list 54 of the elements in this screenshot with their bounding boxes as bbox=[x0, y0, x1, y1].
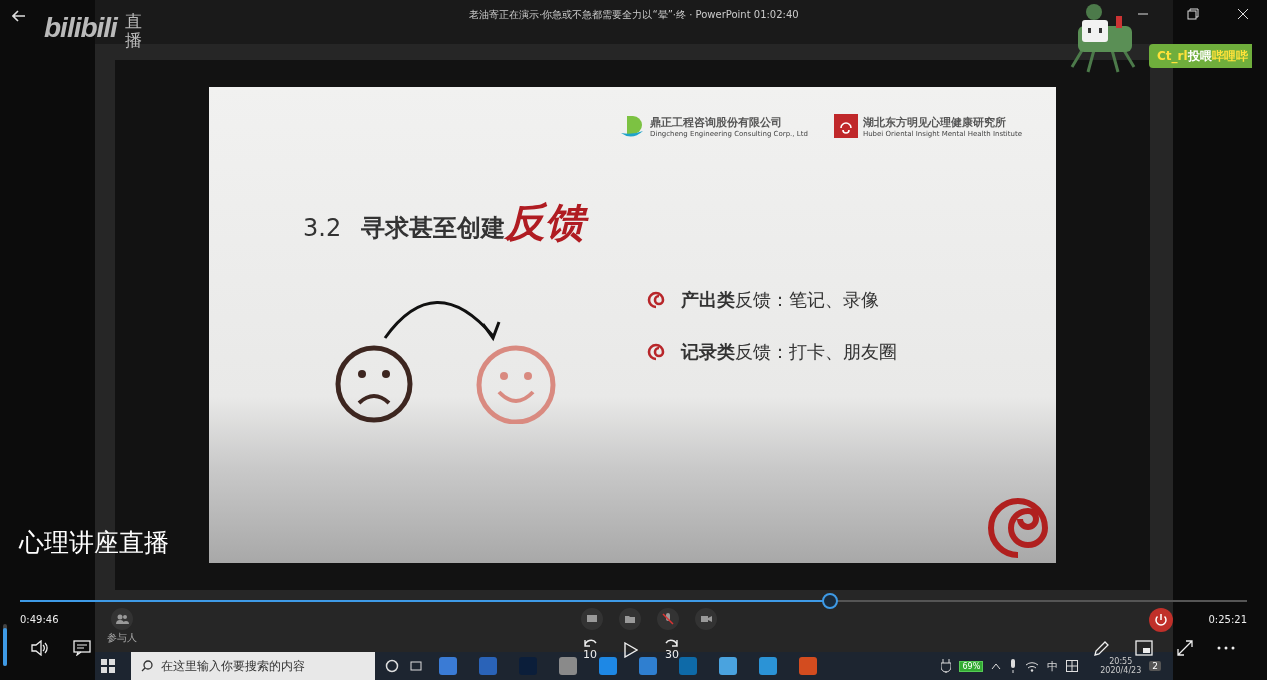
rewind-button[interactable]: 10 bbox=[582, 638, 598, 661]
section-number: 3.2 bbox=[303, 214, 342, 242]
bullet-text: 记录类反馈：打卡、朋友圈 bbox=[681, 340, 897, 364]
wifi-icon[interactable] bbox=[1025, 660, 1040, 672]
clock-time: 20:55 bbox=[1109, 657, 1133, 666]
bullet-text: 产出类反馈：笔记、录像 bbox=[681, 288, 879, 312]
subtitles-icon[interactable] bbox=[73, 640, 91, 656]
power-plug-icon[interactable] bbox=[941, 659, 952, 673]
fullscreen-icon[interactable] bbox=[1177, 640, 1193, 656]
cortana-icon[interactable] bbox=[385, 659, 399, 673]
bilibili-logo: bilibili bbox=[44, 12, 117, 44]
banner-text: 投喂 bbox=[1187, 47, 1212, 63]
window-title: 老油寄正在演示·你急或不急都需要全力以“晕”·终 · PowerPoint 01:02:40 bbox=[469, 8, 799, 22]
chevron-up-icon[interactable] bbox=[991, 662, 1002, 670]
participants-icon[interactable] bbox=[111, 608, 133, 630]
pen-icon[interactable] bbox=[1093, 639, 1111, 657]
input-method-indicator[interactable]: 中 bbox=[1047, 658, 1059, 674]
banner-text: Ct_rl bbox=[1157, 49, 1188, 63]
participants-label: 参与人 bbox=[107, 631, 137, 645]
speaker-icon[interactable] bbox=[31, 640, 49, 656]
swirl-bullet-icon bbox=[645, 291, 667, 309]
picture-in-picture-icon[interactable] bbox=[1135, 640, 1153, 656]
search-icon bbox=[141, 660, 153, 672]
forward-button[interactable]: 30 bbox=[664, 638, 680, 661]
organization-name: 湖北东方明见心理健康研究所 bbox=[862, 114, 1007, 130]
organization-name: 鼎正工程咨询股份有限公司 bbox=[650, 114, 784, 130]
microphone-icon[interactable] bbox=[1009, 659, 1018, 673]
search-placeholder: 在这里输入你要搜索的内容 bbox=[161, 657, 305, 675]
more-icon[interactable] bbox=[1217, 646, 1235, 650]
muted-microphone-icon[interactable] bbox=[657, 608, 679, 630]
screen-share-icon[interactable] bbox=[581, 608, 603, 630]
institute-logo-icon bbox=[833, 114, 858, 138]
power-icon[interactable] bbox=[1149, 608, 1173, 632]
folder-icon[interactable] bbox=[619, 608, 641, 630]
swirl-emblem-icon bbox=[986, 495, 1050, 559]
close-icon[interactable] bbox=[1237, 8, 1249, 20]
grid-icon[interactable] bbox=[1066, 660, 1079, 672]
taskbar-search-field[interactable]: 在这里输入你要搜索的内容 bbox=[131, 652, 375, 680]
clock-date: 2020/4/23 bbox=[1100, 666, 1142, 675]
restore-icon[interactable] bbox=[1187, 8, 1199, 20]
back-icon[interactable] bbox=[12, 10, 26, 22]
play-icon[interactable] bbox=[624, 641, 638, 658]
forward-icon bbox=[664, 638, 680, 648]
swirl-bullet-icon bbox=[645, 343, 667, 361]
total-duration: 0:25:21 bbox=[1208, 614, 1247, 625]
live-label: 直播 bbox=[124, 12, 142, 50]
task-view-icon[interactable] bbox=[409, 659, 423, 673]
stream-title: 心理讲座直播 bbox=[19, 527, 169, 559]
rewind-icon bbox=[582, 638, 598, 648]
windows-start-icon[interactable] bbox=[101, 659, 115, 673]
notification-count[interactable]: 2 bbox=[1149, 661, 1161, 671]
current-time: 0:49:46 bbox=[20, 614, 59, 625]
banner-text: 哔哩哔 bbox=[1211, 47, 1248, 65]
camera-off-icon[interactable] bbox=[695, 608, 717, 630]
